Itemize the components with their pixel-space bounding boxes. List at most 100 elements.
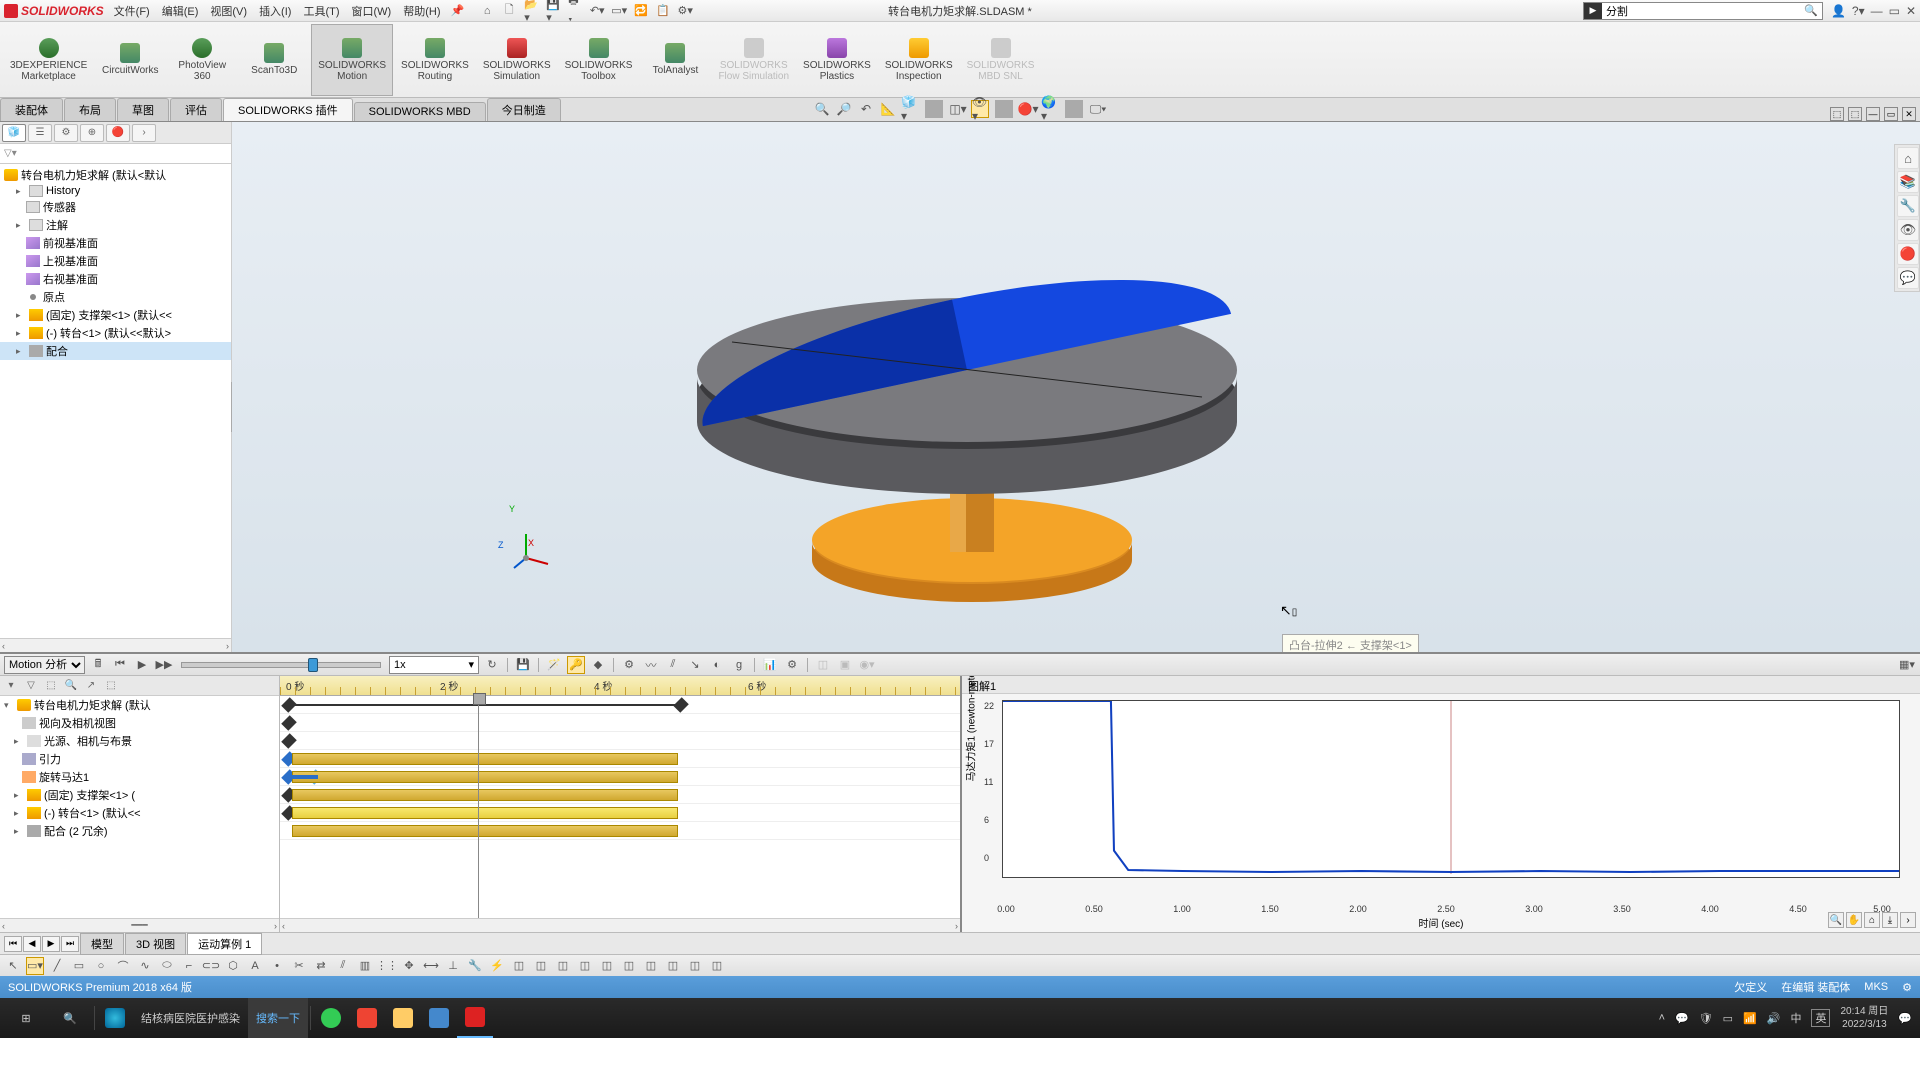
sk-b7[interactable]: ◫ xyxy=(642,957,660,975)
tab-evaluate[interactable]: 评估 xyxy=(170,98,222,121)
force-icon[interactable]: ↘ xyxy=(686,656,704,674)
scene-icon[interactable]: 🌍▾ xyxy=(1041,100,1059,118)
app-wps[interactable] xyxy=(349,998,385,1038)
vp-max[interactable]: ▭ xyxy=(1884,107,1898,121)
sim-opt-icon[interactable]: ◉▾ xyxy=(858,656,876,674)
tree-front-plane[interactable]: 前视基准面 xyxy=(0,234,231,252)
rib-mbdsnl[interactable]: SOLIDWORKSMBD SNL xyxy=(961,24,1041,96)
mt-motor[interactable]: 旋转马达1 xyxy=(0,768,279,786)
zoom-area-icon[interactable]: 🔎 xyxy=(835,100,853,118)
mt-collapse[interactable]: ▾ xyxy=(2,678,20,694)
fm-filter[interactable]: ▽▾ xyxy=(0,144,231,164)
timeline-ruler[interactable]: 0 秒 2 秒 4 秒 6 秒 xyxy=(280,676,960,696)
save-icon[interactable]: 💾▾ xyxy=(546,4,560,18)
menu-insert[interactable]: 插入(I) xyxy=(259,3,291,19)
search-run-icon[interactable]: ▶ xyxy=(1584,3,1602,19)
vp-btn-1[interactable]: ⬚ xyxy=(1830,107,1844,121)
rib-plastics[interactable]: SOLIDWORKSPlastics xyxy=(797,24,877,96)
prev-view-icon[interactable]: ↶ xyxy=(857,100,875,118)
tl-hscroll[interactable]: ‹› xyxy=(280,918,960,932)
menu-tools[interactable]: 工具(T) xyxy=(303,3,339,19)
btab-next[interactable]: ▶ xyxy=(42,936,60,952)
help-icon[interactable]: ?▾ xyxy=(1852,4,1865,18)
loop-icon[interactable]: ↻ xyxy=(483,656,501,674)
mt-b4[interactable]: ⬚ xyxy=(102,678,120,694)
tree-comp-turntable[interactable]: ▸(-) 转台<1> (默认<<默认> xyxy=(0,324,231,342)
tp-forum-icon[interactable]: 💬 xyxy=(1897,267,1919,289)
menu-edit[interactable]: 编辑(E) xyxy=(162,3,199,19)
sk-select[interactable]: ↖ xyxy=(4,957,22,975)
fm-tab-display[interactable]: 🔴 xyxy=(106,124,130,142)
close-button[interactable]: ✕ xyxy=(1906,4,1916,18)
minimize-button[interactable]: — xyxy=(1871,4,1883,18)
speed-select[interactable]: 1x▾ xyxy=(389,656,479,674)
vp-close[interactable]: ✕ xyxy=(1902,107,1916,121)
contact-icon[interactable]: ◐ xyxy=(708,656,726,674)
collapse-icon[interactable]: ▦▾ xyxy=(1898,656,1916,674)
sk-b2[interactable]: ◫ xyxy=(532,957,550,975)
btab-model[interactable]: 模型 xyxy=(80,933,124,955)
calc-icon[interactable]: 🖩 xyxy=(89,656,107,674)
play-icon[interactable]: ▶ xyxy=(133,656,151,674)
study-type-select[interactable]: Motion 分析 xyxy=(4,656,85,674)
results-icon[interactable]: 📊 xyxy=(761,656,779,674)
app-ie[interactable] xyxy=(97,998,133,1038)
menu-view[interactable]: 视图(V) xyxy=(210,3,247,19)
new-icon[interactable]: 🗋 xyxy=(502,4,516,18)
btab-first[interactable]: ⏮ xyxy=(4,936,22,952)
anim-wizard-icon[interactable]: 🪄 xyxy=(545,656,563,674)
vp-btn-2[interactable]: ⬚ xyxy=(1848,107,1862,121)
plot-export-icon[interactable]: ⤓ xyxy=(1882,912,1898,928)
view-orient-icon[interactable]: 🧊▾ xyxy=(901,100,919,118)
plot-zoom-icon[interactable]: 🔍 xyxy=(1828,912,1844,928)
save-anim-icon[interactable]: 💾 xyxy=(514,656,532,674)
btab-motion1[interactable]: 运动算例 1 xyxy=(187,933,262,955)
gravity-icon[interactable]: ɡ xyxy=(730,656,748,674)
tp-view-icon[interactable]: 👁 xyxy=(1897,219,1919,241)
btab-prev[interactable]: ◀ xyxy=(23,936,41,952)
sk-pattern[interactable]: ⋮⋮ xyxy=(378,957,396,975)
tray-wifi-icon[interactable]: 📶 xyxy=(1743,1012,1757,1025)
view-settings-icon[interactable]: 🖵▾ xyxy=(1089,100,1107,118)
appearance-icon[interactable]: 🔴▾ xyxy=(1019,100,1037,118)
status-units[interactable]: MKS xyxy=(1864,981,1888,993)
rib-flowsim[interactable]: SOLIDWORKSFlow Simulation xyxy=(712,24,795,96)
menu-window[interactable]: 窗口(W) xyxy=(352,3,392,19)
view-triad[interactable]: YXZ xyxy=(512,530,552,572)
tray-ime-zh[interactable]: 中 xyxy=(1790,1010,1801,1026)
btab-last[interactable]: ⏭ xyxy=(61,936,79,952)
damper-icon[interactable]: ⫽ xyxy=(664,656,682,674)
sk-dim[interactable]: ⟷ xyxy=(422,957,440,975)
sk-b4[interactable]: ◫ xyxy=(576,957,594,975)
user-icon[interactable]: 👤 xyxy=(1831,4,1846,18)
sim-run-icon[interactable]: ▣ xyxy=(836,656,854,674)
tree-sensors[interactable]: 传感器 xyxy=(0,198,231,216)
app-search-btn[interactable]: 搜索一下 xyxy=(248,998,308,1038)
pin-icon[interactable]: 📌 xyxy=(451,4,465,17)
tab-today[interactable]: 今日制造 xyxy=(487,98,561,121)
sk-circle[interactable]: ○ xyxy=(92,957,110,975)
maximize-button[interactable]: ▭ xyxy=(1889,4,1900,18)
mt-hscroll[interactable]: ‹━━━› xyxy=(0,918,279,932)
zoom-fit-icon[interactable]: 🔍 xyxy=(813,100,831,118)
tab-sketch[interactable]: 草图 xyxy=(117,98,169,121)
mt-orientation[interactable]: 视向及相机视图 xyxy=(0,714,279,732)
tp-lib-icon[interactable]: 📚 xyxy=(1897,171,1919,193)
undo-icon[interactable]: ↶▾ xyxy=(590,4,604,18)
sk-b10[interactable]: ◫ xyxy=(708,957,726,975)
sk-poly[interactable]: ⬡ xyxy=(224,957,242,975)
rib-scanto3d[interactable]: ScanTo3D xyxy=(239,24,309,96)
options-icon[interactable]: 📋 xyxy=(656,4,670,18)
sk-b1[interactable]: ◫ xyxy=(510,957,528,975)
tree-right-plane[interactable]: 右视基准面 xyxy=(0,270,231,288)
rib-routing[interactable]: SOLIDWORKSRouting xyxy=(395,24,475,96)
fm-tab-tree[interactable]: 🧊 xyxy=(2,124,26,142)
motor-icon[interactable]: ⚙ xyxy=(620,656,638,674)
plot-pan-icon[interactable]: ✋ xyxy=(1846,912,1862,928)
sk-fillet[interactable]: ⌐ xyxy=(180,957,198,975)
app-solidworks[interactable] xyxy=(457,998,493,1038)
tab-addins[interactable]: SOLIDWORKS 插件 xyxy=(223,98,353,121)
tray-volume-icon[interactable]: 🔊 xyxy=(1767,1012,1781,1025)
display-style-icon[interactable]: ◫▾ xyxy=(949,100,967,118)
sk-b3[interactable]: ◫ xyxy=(554,957,572,975)
